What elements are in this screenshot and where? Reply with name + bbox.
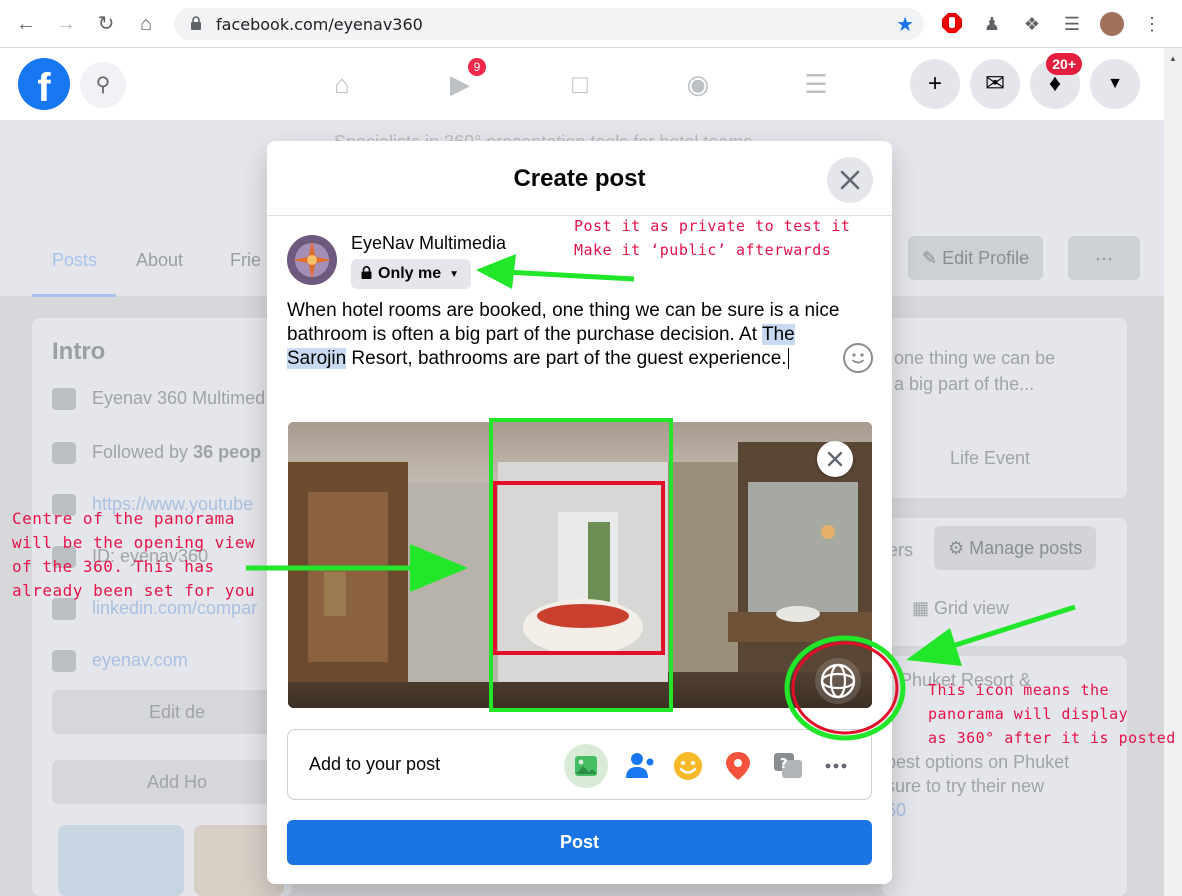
tab-posts[interactable]: Posts — [52, 250, 97, 271]
facebook-header: f ⚲ ⌂ ▶ 9 □ ◉ ☰ + ✉ ♦ 20+ ▼ — [0, 48, 1164, 120]
add-hobbies-button[interactable]: Add Ho — [52, 760, 302, 804]
svg-text:?: ? — [780, 757, 788, 772]
groups-tab-icon[interactable]: ◉ — [678, 64, 718, 104]
watch-tab-icon[interactable]: ▶ 9 — [440, 58, 486, 104]
more-options-icon[interactable] — [816, 746, 856, 786]
author-name: EyeNav Multimedia — [351, 233, 507, 253]
adblock-icon[interactable] — [940, 12, 964, 36]
url-text: facebook.com/eyenav360 — [216, 15, 423, 34]
annotation-centre-note: Centre of the panorama will be the openi… — [12, 509, 256, 600]
annotation-icon-note: This icon means the panorama will displa… — [928, 681, 1176, 747]
menu-dots-icon[interactable]: ⋮ — [1140, 12, 1164, 36]
tab-about[interactable]: About — [136, 250, 183, 271]
dialog-title: Create post — [513, 165, 646, 192]
intro-category: Eyenav 360 Multimed — [52, 388, 265, 411]
briefcase-icon — [52, 388, 76, 411]
avatar — [287, 235, 337, 285]
post-button[interactable]: Post — [287, 820, 872, 865]
create-plus-icon[interactable]: + — [910, 59, 960, 109]
media-icon[interactable]: ☰ — [1060, 12, 1084, 36]
manage-posts-button[interactable]: ⚙ Manage posts — [934, 526, 1097, 570]
edit-profile-button[interactable]: ✎ Edit Profile — [908, 236, 1044, 280]
photo-video-icon[interactable] — [564, 744, 608, 788]
browser-toolbar: ← → ↻ ⌂ facebook.com/eyenav360 ★ ♟ ❖ ☰ ⋮ — [0, 0, 1182, 48]
annotation-privacy-note: Post it as private to test it Make it ‘p… — [574, 217, 851, 259]
post-line: sure to try their new — [886, 776, 1045, 796]
intro-followers: Followed by 36 peop — [52, 442, 261, 465]
facebook-logo[interactable]: f — [18, 58, 70, 110]
forward-arrow-icon[interactable]: → — [54, 12, 78, 36]
caret-down-icon: ▼ — [449, 269, 460, 280]
home-tab-icon[interactable]: ⌂ — [322, 64, 362, 104]
notifications-bell-icon[interactable]: ♦ 20+ — [1030, 53, 1082, 109]
feeling-icon[interactable] — [668, 746, 708, 786]
scrollbar[interactable]: ▲ — [1164, 48, 1182, 896]
privacy-label: Only me — [378, 265, 442, 282]
marketplace-tab-icon[interactable]: □ — [560, 64, 600, 104]
privacy-selector[interactable]: Only me ▼ — [351, 259, 472, 289]
notifications-badge: 20+ — [1046, 53, 1082, 75]
tab-friends[interactable]: Frie — [230, 250, 261, 271]
compass-logo-icon — [287, 235, 337, 285]
remove-photo-close-icon[interactable] — [817, 441, 853, 477]
active-tab-underline — [32, 294, 116, 297]
bookmark-star-icon[interactable]: ★ — [896, 12, 914, 37]
globe-icon — [52, 650, 76, 673]
add-to-post-bar: Add to your post ? — [287, 729, 872, 800]
extension-icon[interactable]: ♟ — [980, 12, 1004, 36]
ask-question-icon[interactable]: ? — [768, 746, 808, 786]
grid-view-button[interactable]: ▦ Grid view — [912, 598, 1009, 619]
intro-website[interactable]: eyenav.com — [52, 650, 188, 673]
intro-title: Intro — [52, 338, 106, 365]
reload-icon[interactable]: ↻ — [94, 12, 118, 36]
composer-preview-line: one thing we can be — [894, 348, 1056, 368]
rss-icon — [52, 442, 76, 465]
watch-badge: 9 — [468, 58, 486, 76]
messenger-icon[interactable]: ✉ — [970, 59, 1020, 109]
edit-profile-label: Edit Profile — [942, 248, 1030, 268]
tag-people-icon[interactable] — [620, 746, 660, 786]
featured-photo[interactable] — [58, 825, 184, 896]
panorama-360-icon[interactable] — [815, 658, 861, 704]
composer-preview-line: a big part of the... — [894, 374, 1035, 394]
edit-details-button[interactable]: Edit de — [52, 690, 302, 734]
filters-card: ers ⚙ Manage posts ▦ Grid view — [882, 518, 1127, 646]
check-in-icon[interactable] — [718, 746, 758, 786]
emoji-icon[interactable] — [843, 343, 873, 373]
lock-icon — [361, 266, 372, 279]
back-arrow-icon[interactable]: ← — [14, 12, 38, 36]
post-textarea[interactable]: When hotel rooms are booked, one thing w… — [287, 299, 847, 371]
intro-card: Intro Eyenav 360 Multimed Followed by 36… — [32, 318, 302, 896]
search-icon[interactable]: ⚲ — [80, 62, 126, 108]
menu-tab-icon[interactable]: ☰ — [796, 64, 836, 104]
close-icon[interactable] — [827, 157, 873, 203]
composer-card: one thing we can be a big part of the...… — [882, 318, 1127, 498]
panorama-photo — [288, 422, 872, 708]
address-bar[interactable]: facebook.com/eyenav360 ★ — [174, 8, 924, 40]
account-dropdown-icon[interactable]: ▼ — [1090, 59, 1140, 109]
life-event-label[interactable]: Life Event — [950, 448, 1030, 469]
add-to-post-label: Add to your post — [309, 754, 441, 774]
post-line: best options on Phuket — [886, 752, 1070, 772]
puzzle-icon[interactable]: ❖ — [1020, 12, 1044, 36]
more-button[interactable]: ··· — [1068, 236, 1140, 280]
home-icon[interactable]: ⌂ — [134, 12, 158, 36]
profile-avatar[interactable] — [1100, 12, 1124, 36]
lock-icon — [191, 16, 201, 30]
